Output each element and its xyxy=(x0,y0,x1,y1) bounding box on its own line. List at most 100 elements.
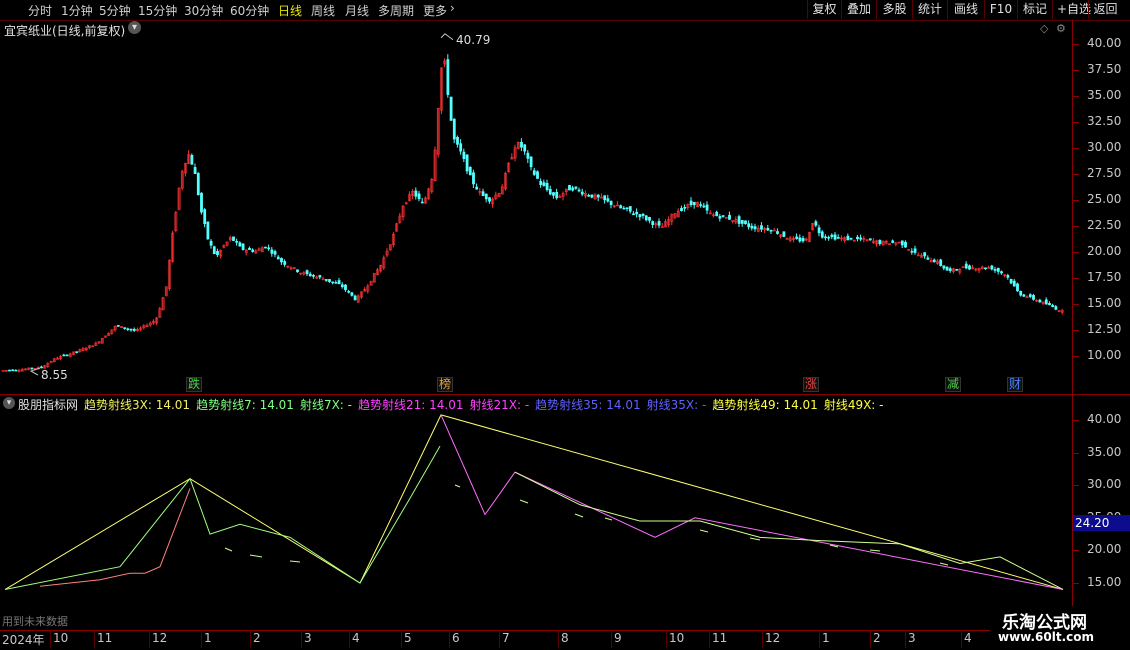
toolbar-button-3[interactable]: 统计 xyxy=(912,0,947,19)
candle-body xyxy=(856,236,859,240)
candle-body xyxy=(571,187,575,191)
candle-body xyxy=(900,240,904,246)
candle-body xyxy=(1054,306,1058,310)
candle-body xyxy=(760,225,763,230)
date-tick-label: 10 xyxy=(669,631,685,645)
candle-body xyxy=(705,204,709,211)
date-tick-mark xyxy=(611,630,612,648)
candle-body xyxy=(932,259,936,263)
toolbar-button-2[interactable]: 多股 xyxy=(876,0,912,19)
period-tab-1[interactable]: 1分钟 xyxy=(61,2,93,19)
ray-line-4 xyxy=(39,488,191,587)
toolbar-button-0[interactable]: 复权 xyxy=(807,0,841,19)
date-tick-label: 2 xyxy=(253,631,261,645)
candle-body xyxy=(782,231,786,237)
ray-fragment xyxy=(289,560,301,563)
candle-body xyxy=(353,295,357,301)
candle-body xyxy=(699,204,703,206)
candle-body xyxy=(1000,271,1003,274)
ray-indicator-chart xyxy=(4,414,1064,591)
period-tab-7[interactable]: 周线 xyxy=(311,2,335,19)
candle-body xyxy=(1044,299,1048,305)
date-tick-label: 4 xyxy=(352,631,360,645)
candle-body xyxy=(545,182,549,191)
candle-body xyxy=(680,208,683,212)
toolbar-button-8[interactable]: 返回 xyxy=(1088,0,1122,19)
candle-body xyxy=(481,191,485,196)
candle-body xyxy=(849,237,853,240)
period-tab-10[interactable]: 更多 xyxy=(423,2,447,19)
price-tick-mark xyxy=(1073,44,1079,45)
period-tab-8[interactable]: 月线 xyxy=(345,2,369,19)
price-tick-label: 25.00 xyxy=(1087,192,1122,206)
candle-body xyxy=(30,367,34,370)
candle-body xyxy=(1012,280,1016,287)
signal-marker-2: 涨 xyxy=(803,377,820,392)
candle-body xyxy=(968,265,971,270)
candle-body xyxy=(414,190,418,197)
candle-body xyxy=(65,354,69,357)
period-tab-4[interactable]: 30分钟 xyxy=(184,2,223,19)
toolbar-button-4[interactable]: 画线 xyxy=(947,0,984,19)
candle-body xyxy=(817,227,821,234)
candle-body xyxy=(446,59,450,95)
price-chart-panel[interactable]: 宜宾纸业(日线,前复权) ▾ ◇ ⚙ 40.79 8.55 xyxy=(0,20,1072,394)
candle-body xyxy=(715,211,719,217)
candle-body xyxy=(603,195,607,201)
date-tick-mark xyxy=(961,630,962,648)
candle-body xyxy=(638,214,642,218)
candle-body xyxy=(417,193,421,200)
indicator-tick-label: 15.00 xyxy=(1087,575,1122,589)
candle-body xyxy=(926,257,930,260)
period-tab-3[interactable]: 15分钟 xyxy=(138,2,177,19)
date-tick-label: 1 xyxy=(204,631,212,645)
candle-body xyxy=(766,228,770,231)
candle-body xyxy=(737,216,741,224)
candle-body xyxy=(923,252,927,257)
ray-fragment xyxy=(574,513,584,518)
period-tab-0[interactable]: 分时 xyxy=(28,2,52,19)
date-tick-label: 12 xyxy=(765,631,781,645)
candle-body xyxy=(456,136,459,145)
candle-body xyxy=(910,250,914,253)
date-tick-mark xyxy=(449,630,450,648)
toolbar-button-7[interactable]: +自选 xyxy=(1052,0,1091,19)
watermark: 乐淘公式网 www.60lt.com xyxy=(990,606,1130,650)
candle-body xyxy=(1028,294,1032,297)
ray-line-1 xyxy=(4,445,441,591)
toolbar-button-6[interactable]: 标记 xyxy=(1017,0,1052,19)
candle-body xyxy=(555,192,559,199)
date-tick-label: 9 xyxy=(614,631,622,645)
ray-line-3 xyxy=(514,471,1064,590)
indicator-tick-label: 35.00 xyxy=(1087,444,1122,459)
candle-body xyxy=(1048,303,1051,306)
candle-body xyxy=(532,170,536,175)
candle-body xyxy=(740,220,744,224)
candle-body xyxy=(305,270,309,275)
price-tick-label: 20.00 xyxy=(1087,244,1122,258)
price-tick-mark xyxy=(1073,304,1079,305)
signal-marker-4: 财 xyxy=(1007,377,1024,392)
period-tab-2[interactable]: 5分钟 xyxy=(99,2,131,19)
date-tick-label: 2024年 xyxy=(2,633,45,647)
price-tick-mark xyxy=(1073,174,1079,175)
period-tab-6[interactable]: 日线 xyxy=(278,2,302,19)
candle-body xyxy=(251,249,255,252)
period-tab-9[interactable]: 多周期 xyxy=(378,2,414,19)
price-tick-mark xyxy=(1073,148,1079,149)
ray-fragment xyxy=(454,484,461,488)
date-tick-mark xyxy=(94,630,95,648)
candle-body xyxy=(347,291,351,293)
candle-body xyxy=(62,354,66,357)
indicator-panel[interactable]: ▾ 股朋指标网 趋势射线3X: 14.01 趋势射线7: 14.01 射线7X: -… xyxy=(0,395,1072,630)
candle-body xyxy=(814,221,818,226)
chevron-right-icon[interactable]: › xyxy=(450,1,455,15)
period-tab-5[interactable]: 60分钟 xyxy=(230,2,269,19)
candle-body xyxy=(833,234,837,240)
price-tick-mark xyxy=(1073,96,1079,97)
toolbar-button-1[interactable]: 叠加 xyxy=(841,0,876,19)
candle-body xyxy=(14,369,18,372)
toolbar-button-5[interactable]: F10 xyxy=(984,0,1017,19)
candle-body xyxy=(798,237,802,242)
candle-body xyxy=(577,189,581,192)
